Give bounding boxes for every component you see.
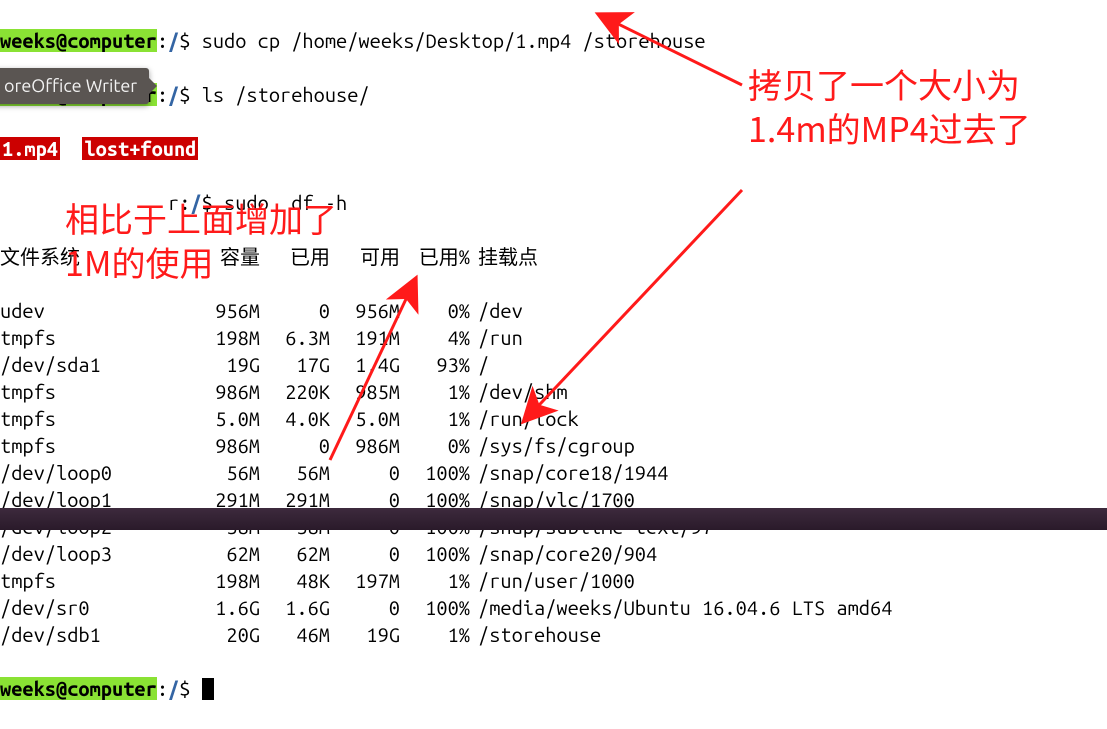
prompt-path: / [168, 29, 179, 52]
dock-strip [0, 508, 1107, 530]
df-row: tmpfs986M0986M0%/sys/fs/cgroup [0, 432, 1107, 459]
ls-result-lostfound: lost+found [82, 137, 198, 160]
terminal-output[interactable]: weeks@computer:/$ sudo cp /home/weeks/De… [0, 0, 1107, 729]
df-row: tmpfs198M48K197M1%/run/user/1000 [0, 567, 1107, 594]
df-row: udev956M0956M0%/dev [0, 297, 1107, 324]
df-row: /dev/loop362M62M0100%/snap/core20/904 [0, 540, 1107, 567]
ls-result-file: 1.mp4 [0, 137, 60, 160]
command-cp: sudo cp /home/weeks/Desktop/1.mp4 /store… [202, 29, 706, 52]
command-ls: ls /storehouse/ [202, 83, 370, 106]
df-row: /dev/sdb120G46M19G1%/storehouse [0, 621, 1107, 648]
df-row: tmpfs986M220K985M1%/dev/shm [0, 378, 1107, 405]
df-row: tmpfs5.0M4.0K5.0M1%/run/lock [0, 405, 1107, 432]
command-df: sudo df -h [224, 191, 347, 214]
prompt-user-host: weeks@computer [0, 677, 157, 700]
tooltip-libreoffice: oreOffice Writer [0, 68, 149, 104]
df-header-row: 文件系统容量已用可用已用%挂载点 [0, 243, 1107, 270]
df-row: tmpfs198M6.3M191M4%/run [0, 324, 1107, 351]
df-row: /dev/sda119G17G1.4G93%/ [0, 351, 1107, 378]
prompt-user-host: weeks@computer [0, 29, 157, 52]
cursor [202, 678, 214, 700]
df-row: /dev/loop056M56M0100%/snap/core18/1944 [0, 459, 1107, 486]
df-row: /dev/sr01.6G1.6G0100%/media/weeks/Ubuntu… [0, 594, 1107, 621]
